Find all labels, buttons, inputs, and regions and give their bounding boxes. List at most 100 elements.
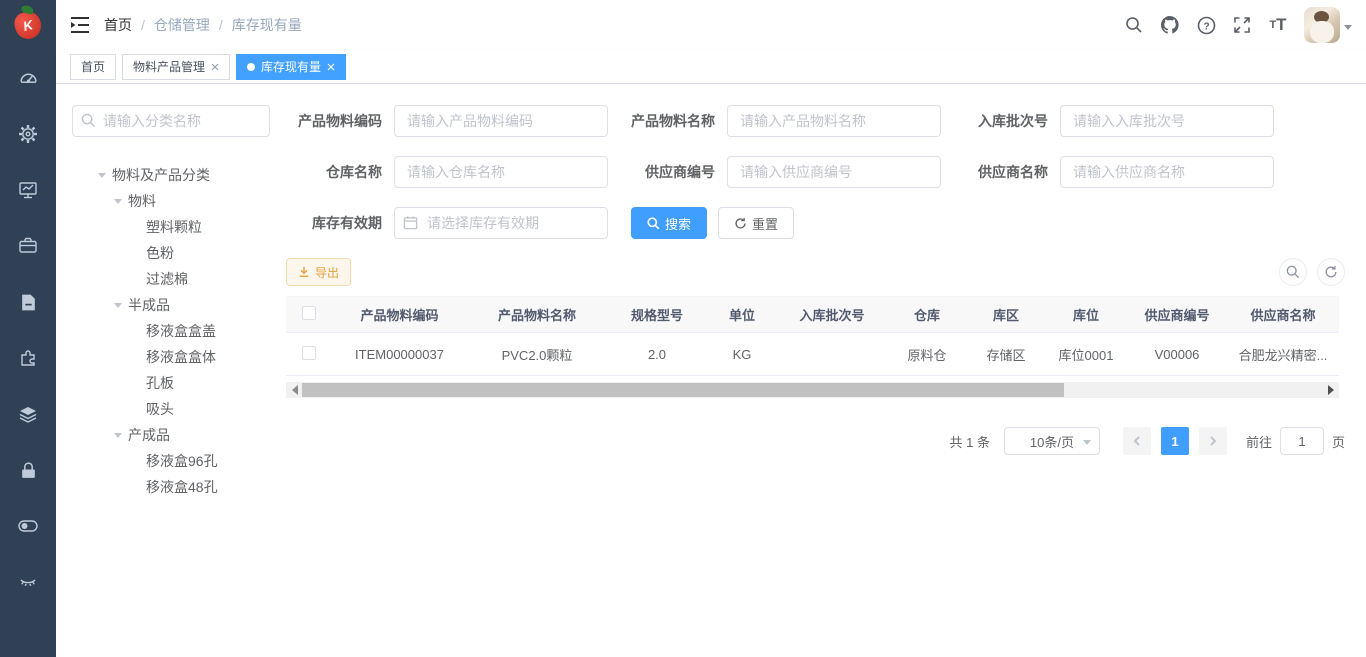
filter-item-name: 产品物料名称 [619,105,941,137]
collapse-sidebar-button[interactable] [56,0,104,50]
calendar-icon [403,215,418,230]
eye-closed-icon [18,572,38,592]
next-page-button[interactable] [1199,427,1227,455]
filter-expiry-date: 库存有效期 [286,207,608,239]
tree-node[interactable]: 移液盒盒盖 [72,318,270,344]
font-size-button[interactable]: TT [1260,0,1296,50]
expiry-date-input[interactable] [394,207,608,239]
select-all-checkbox[interactable] [302,306,316,320]
export-button[interactable]: 导出 [286,258,351,286]
scroll-left-arrow[interactable] [286,382,302,398]
user-avatar[interactable] [1304,7,1340,43]
sidebar-item-toggle[interactable] [0,498,56,554]
tree-node[interactable]: 吸头 [72,396,270,422]
user-menu-caret-icon[interactable] [1344,25,1352,34]
batch-no-input[interactable] [1060,105,1274,137]
triangle-left-icon [287,385,298,395]
sidebar-item-monitor[interactable] [0,162,56,218]
header-search-button[interactable] [1116,0,1152,50]
tree-node-label: 移液盒盒体 [146,347,216,367]
sidebar-item-eye[interactable] [0,554,56,610]
tree-node[interactable]: 塑料颗粒 [72,214,270,240]
tree-node-label: 吸头 [146,399,174,419]
sidebar-item-layers[interactable] [0,386,56,442]
category-search-input[interactable] [72,105,270,137]
tree-node[interactable]: 色粉 [72,240,270,266]
chevron-down-icon[interactable] [114,433,122,442]
filter-row-1: 产品物料编码 产品物料名称 入库批次号 [286,105,1345,137]
refresh-table-button[interactable] [1317,258,1345,286]
chevron-down-icon[interactable] [114,199,122,208]
tree-node[interactable]: 物料 [72,188,270,214]
tree-node[interactable]: 移液盒盒体 [72,344,270,370]
filter-item-code: 产品物料编码 [286,105,608,137]
tree-node[interactable]: 半成品 [72,292,270,318]
field-label: 供应商编号 [619,162,727,182]
sidebar-item-tool[interactable] [0,218,56,274]
tree-node[interactable]: 移液盒96孔 [72,448,270,474]
supplier-code-input[interactable] [727,156,941,188]
scrollbar-thumb[interactable] [302,383,1064,397]
breadcrumb-separator: / [141,17,145,33]
scroll-right-arrow[interactable] [1323,382,1339,398]
search-icon [81,113,96,128]
app-logo[interactable]: K [0,0,56,50]
page-size-select[interactable]: 10条/页 [1004,427,1100,455]
tab-inventory-onhand[interactable]: 库存现有量 [236,54,346,80]
chevron-right-icon [1208,436,1218,446]
tree-node-label: 物料及产品分类 [112,165,210,185]
tree-node-label: 过滤棉 [146,269,188,289]
tab-home[interactable]: 首页 [70,54,116,80]
jump-page-input[interactable] [1280,427,1324,455]
table-row[interactable]: ITEM00000037 PVC2.0颗粒 2.0 KG 原料仓 存储区 库位0… [286,333,1339,376]
search-button[interactable]: 搜索 [631,207,707,239]
topbar: 首页 / 仓储管理 / 库存现有量 ? [56,0,1366,50]
tab-label: 库存现有量 [261,58,321,75]
close-icon[interactable] [211,60,219,74]
sidebar-item-plugin[interactable] [0,330,56,386]
tree-node[interactable]: 移液盒48孔 [72,474,270,500]
reset-button-label: 重置 [752,214,778,233]
breadcrumb-warehouse: 仓储管理 [154,15,210,35]
toolbar-right [1279,258,1345,286]
font-size-big-glyph: T [1276,15,1286,35]
reset-button[interactable]: 重置 [718,207,794,239]
fullscreen-button[interactable] [1224,0,1260,50]
column-header: 产品物料编码 [332,297,467,333]
row-checkbox[interactable] [302,346,316,360]
page-jump: 前往 页 [1246,427,1345,455]
github-link-button[interactable] [1152,0,1188,50]
tab-label: 物料产品管理 [133,58,205,75]
page-number-button[interactable]: 1 [1161,427,1189,455]
column-header: 供应商名称 [1227,297,1339,333]
tree-node[interactable]: 孔板 [72,370,270,396]
dashboard-icon [19,69,38,88]
close-icon[interactable] [327,60,335,74]
sidebar-item-dashboard[interactable] [0,50,56,106]
prev-page-button[interactable] [1123,427,1151,455]
chevron-down-icon[interactable] [98,173,106,182]
tree-node[interactable]: 过滤棉 [72,266,270,292]
chevron-down-icon[interactable] [114,303,122,312]
toggle-search-button[interactable] [1279,258,1307,286]
triangle-right-icon [1328,385,1339,395]
tab-material-product[interactable]: 物料产品管理 [122,54,230,80]
supplier-name-input[interactable] [1060,156,1274,188]
work-area: 产品物料编码 产品物料名称 入库批次号 仓库名称 [286,84,1366,657]
sidebar-item-document[interactable] [0,274,56,330]
breadcrumb-home[interactable]: 首页 [104,15,132,35]
item-code-input[interactable] [394,105,608,137]
horizontal-scrollbar[interactable] [286,382,1339,398]
table-toolbar: 导出 [286,258,1345,286]
tree-node[interactable]: 物料及产品分类 [72,162,270,188]
sidebar-item-system[interactable] [0,106,56,162]
warehouse-name-input[interactable] [394,156,608,188]
item-name-input[interactable] [727,105,941,137]
field-label: 入库批次号 [952,111,1060,131]
sidebar-item-lock[interactable] [0,442,56,498]
help-button[interactable]: ? [1188,0,1224,50]
github-icon [1160,15,1180,35]
category-tree-panel: 物料及产品分类 物料 塑料颗粒 色粉 过滤棉 半成品 移液盒盒盖 移液盒盒体 孔… [56,84,286,657]
total-count: 共 1 条 [950,432,990,451]
tree-node[interactable]: 产成品 [72,422,270,448]
